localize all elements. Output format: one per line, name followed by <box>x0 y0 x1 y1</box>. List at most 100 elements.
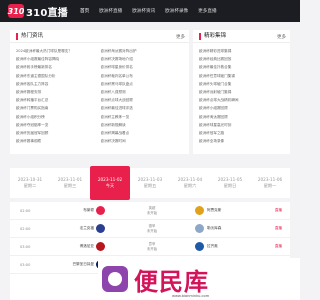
weekday-label: 今天 <box>105 183 115 188</box>
list-item[interactable]: 欧洲杯裁判名单公布 <box>101 72 183 80</box>
match-info: 英超 未开始 <box>132 206 172 216</box>
away-team: 拉齐奥 <box>207 244 218 248</box>
weekday-label: 星期六 <box>183 183 197 188</box>
list-item[interactable]: 欧洲杯点球大战回顾 <box>101 96 183 104</box>
site-logo[interactable]: 310 310直播 <box>8 3 68 19</box>
date-tab[interactable]: 2023-11-02 今天 <box>90 166 130 200</box>
home-team: 巴黎圣日耳曼 <box>72 262 94 266</box>
match-status: 未开始 <box>146 228 158 233</box>
news-column-right: 欧洲杯淘汰赛对阵出炉 欧洲杯决赛场地介绍 欧洲杯球星身价排名 欧洲杯裁判名单公布 欧洲杯… <box>101 47 186 145</box>
date-tab[interactable]: 2023-11-04 星期六 <box>170 168 210 198</box>
weekday-label: 星期二 <box>23 183 37 188</box>
list-item[interactable]: 欧洲杯赛程安排 <box>16 88 98 96</box>
list-item[interactable]: 欧洲杯历届冠军回顾 <box>16 129 98 137</box>
away-team: 阿贾克斯 <box>207 208 222 212</box>
date-tab[interactable]: 2023-11-01 星期三 <box>50 168 90 198</box>
date-tab[interactable]: 2023-11-03 星期五 <box>130 168 170 198</box>
date-tabs: 2023-10-31 星期二 2023-11-01 星期三 2023-11-02 今天 20… <box>10 166 290 200</box>
date-tab[interactable]: 2023-11-06 星期一 <box>250 168 290 198</box>
highlights-panel: 精彩集锦 更多 欧洲杯精彩进球集锦 欧洲杯经典比赛回放 欧洲杯最佳扑救合集 欧洲杯任意… <box>193 30 290 154</box>
date-tab[interactable]: 2023-11-05 星期日 <box>210 168 250 198</box>
home-team-logo-icon <box>96 224 105 233</box>
nav-item[interactable]: 更多直播 <box>198 8 216 14</box>
weekday-label: 星期一 <box>263 183 277 188</box>
match-info: 德甲 未开始 <box>132 224 172 234</box>
date-tab[interactable]: 2023-10-31 星期二 <box>10 168 50 198</box>
nav-item[interactable]: 首页 <box>80 8 89 14</box>
hot-news-panel: 热门资讯 更多 2024欧洲杯最大热门球队是哪支？ 欧洲杯小组赛最佳阵容揭晓 欧洲杯… <box>10 30 189 154</box>
list-item[interactable]: 欧洲杯各队主力阵容 <box>16 80 98 88</box>
list-item[interactable]: 欧洲杯揭幕战看点 <box>101 129 183 137</box>
list-item[interactable]: 欧洲杯球星身价排名 <box>101 63 183 71</box>
away-team: 勒沃库森 <box>207 226 222 230</box>
match-row[interactable]: 02:00 布莱顿 英超 未开始 阿贾克斯 直播 <box>10 202 290 220</box>
list-item[interactable]: 欧洲杯头球破门合集 <box>199 80 286 88</box>
away-team-logo-icon <box>195 242 204 251</box>
list-item[interactable]: 欧洲杯八强预测 <box>101 88 183 96</box>
list-item[interactable]: 欧洲杯主教练一览 <box>101 113 183 121</box>
match-info: 意甲 未开始 <box>132 242 172 252</box>
main-nav: 首页 欧洲杯直播 欧洲杯资讯 欧洲杯录像 更多直播 <box>80 0 227 22</box>
home-team-logo-icon <box>96 206 105 215</box>
list-item[interactable]: 欧洲杯转播平台汇总 <box>16 96 98 104</box>
list-item[interactable]: 欧洲杯任意球破门集锦 <box>199 72 286 80</box>
weekday-label: 星期三 <box>63 183 77 188</box>
nav-item[interactable]: 欧洲杯直播 <box>99 8 122 14</box>
list-item[interactable]: 欧洲杯远射破门集锦 <box>199 88 286 96</box>
list-item[interactable]: 欧洲杯最佳进球评选 <box>101 104 183 112</box>
panel-header: 热门资讯 更多 <box>10 30 189 43</box>
away-team-logo-icon <box>195 206 204 215</box>
news-column-left: 2024欧洲杯最大热门球队是哪支？ 欧洲杯小组赛最佳阵容揭晓 欧洲杯射手榜最新排名欧… <box>16 47 101 145</box>
list-item[interactable]: 欧洲杯最佳扑救合集 <box>199 63 286 71</box>
list-item[interactable]: 欧洲杯决赛时间 <box>101 137 183 145</box>
list-item[interactable]: 欧洲杯黑马球队盘点 <box>101 80 183 88</box>
list-item[interactable]: 欧洲杯门票购买指南 <box>16 104 98 112</box>
highlights-list: 欧洲杯精彩进球集锦 欧洲杯经典比赛回放 欧洲杯最佳扑救合集 欧洲杯任意球破门集锦 欧洲杯… <box>199 47 286 145</box>
panel-title: 精彩集锦 <box>199 33 226 40</box>
match-time: 03:00 <box>20 262 31 267</box>
list-item[interactable]: 欧洲杯精彩进球集锦 <box>199 47 286 55</box>
match-row[interactable]: 03:00 博洛尼亚 意甲 未开始 拉齐奥 直播 <box>10 238 290 256</box>
promo-text: 便民库 <box>134 267 209 296</box>
promo-logo-icon <box>102 266 128 292</box>
more-link[interactable]: 更多 <box>176 34 185 40</box>
home-team: 布莱顿 <box>83 208 94 212</box>
list-item[interactable]: 欧洲杯小组赛回顾 <box>199 104 286 112</box>
list-item[interactable]: 欧洲杯新规解读 <box>101 121 183 129</box>
list-item[interactable]: 欧洲杯夺冠赔率一览 <box>16 121 98 129</box>
match-status: 未开始 <box>146 210 158 215</box>
list-item[interactable]: 欧洲杯小组赛最佳阵容揭晓 <box>16 55 98 63</box>
list-item[interactable]: 欧洲杯冠军之路 <box>199 129 286 137</box>
list-item[interactable]: 欧洲杯东道主德国队分析 <box>16 72 98 80</box>
panel-title: 热门资讯 <box>16 33 43 40</box>
list-item[interactable]: 欧洲杯赛事前瞻 <box>16 137 98 145</box>
match-row[interactable]: 02:00 法兰克福 德甲 未开始 勒沃库森 直播 <box>10 220 290 238</box>
weekday-label: 星期五 <box>143 183 157 188</box>
list-item[interactable]: 欧洲杯球星高光时刻 <box>199 121 286 129</box>
top-bar: 310 310直播 首页 欧洲杯直播 欧洲杯资讯 欧洲杯录像 更多直播 <box>0 0 300 22</box>
list-item[interactable]: 2024欧洲杯最大热门球队是哪支？ <box>16 47 98 55</box>
list-item[interactable]: 欧洲杯经典比赛回放 <box>199 55 286 63</box>
home-team: 博洛尼亚 <box>79 244 94 248</box>
match-time: 03:00 <box>20 244 31 249</box>
logo-text: 310直播 <box>26 7 68 19</box>
list-item[interactable]: 欧洲杯淘汰赛对阵出炉 <box>101 47 183 55</box>
list-item[interactable]: 欧洲杯淘汰赛回顾 <box>199 113 286 121</box>
weekday-label: 星期日 <box>223 183 237 188</box>
more-link[interactable]: 更多 <box>277 34 286 40</box>
nav-item[interactable]: 欧洲杯资讯 <box>132 8 155 14</box>
match-status: 未开始 <box>146 246 158 251</box>
news-list: 2024欧洲杯最大热门球队是哪支？ 欧洲杯小组赛最佳阵容揭晓 欧洲杯射手榜最新排名欧… <box>16 47 185 145</box>
list-item[interactable]: 欧洲杯决赛场地介绍 <box>101 55 183 63</box>
list-item[interactable]: 欧洲杯全场录像 <box>199 137 286 145</box>
match-time: 02:00 <box>20 208 31 213</box>
match-time: 02:00 <box>20 226 31 231</box>
list-item[interactable]: 欧洲杯射手榜最新排名 <box>16 63 98 71</box>
watch-live-link[interactable]: 直播 <box>275 244 282 249</box>
watch-live-link[interactable]: 直播 <box>275 226 282 231</box>
watch-live-link[interactable]: 直播 <box>275 208 282 213</box>
nav-item[interactable]: 欧洲杯录像 <box>165 8 188 14</box>
home-team-logo-icon <box>96 242 105 251</box>
list-item[interactable]: 欧洲杯小组积分榜 <box>16 113 98 121</box>
list-item[interactable]: 欧洲杯点球大战精彩瞬间 <box>199 96 286 104</box>
